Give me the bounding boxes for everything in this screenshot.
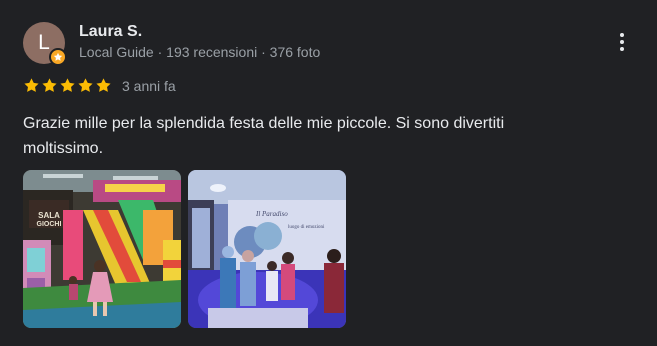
svg-text:SALA: SALA bbox=[38, 211, 60, 220]
author-avatar[interactable]: L bbox=[23, 22, 67, 66]
star-icon bbox=[78, 78, 93, 92]
more-options-button[interactable] bbox=[610, 28, 634, 56]
star-icon bbox=[42, 78, 57, 92]
svg-text:GIOCHI: GIOCHI bbox=[37, 221, 62, 228]
star-icon bbox=[60, 78, 75, 92]
svg-text:Il Paradiso: Il Paradiso bbox=[255, 210, 288, 218]
party-room-photo-image: Il Paradiso luogo di emozioni bbox=[188, 170, 346, 328]
star-rating bbox=[23, 77, 112, 94]
review-photo-playground[interactable]: SALA GIOCHI bbox=[23, 170, 181, 328]
playground-photo-image: SALA GIOCHI bbox=[23, 170, 181, 328]
more-vert-dot bbox=[620, 47, 624, 51]
review-date: 3 anni fa bbox=[122, 77, 176, 94]
more-vert-dot bbox=[620, 40, 624, 44]
local-guide-badge-icon bbox=[49, 48, 67, 66]
svg-text:luogo di emozioni: luogo di emozioni bbox=[288, 225, 325, 230]
rating-row: 3 anni fa bbox=[23, 77, 176, 94]
star-icon bbox=[96, 78, 111, 92]
author-name[interactable]: Laura S. bbox=[79, 23, 142, 41]
review-text: Grazie mille per la splendida festa dell… bbox=[23, 115, 505, 157]
more-vert-icon bbox=[620, 33, 624, 37]
review-card: L Laura S. Local Guide · 193 recensioni … bbox=[0, 0, 657, 346]
review-photo-party-room[interactable]: Il Paradiso luogo di emozioni bbox=[188, 170, 346, 328]
author-meta: Local Guide · 193 recensioni · 376 foto bbox=[79, 44, 321, 60]
star-icon bbox=[24, 78, 39, 92]
